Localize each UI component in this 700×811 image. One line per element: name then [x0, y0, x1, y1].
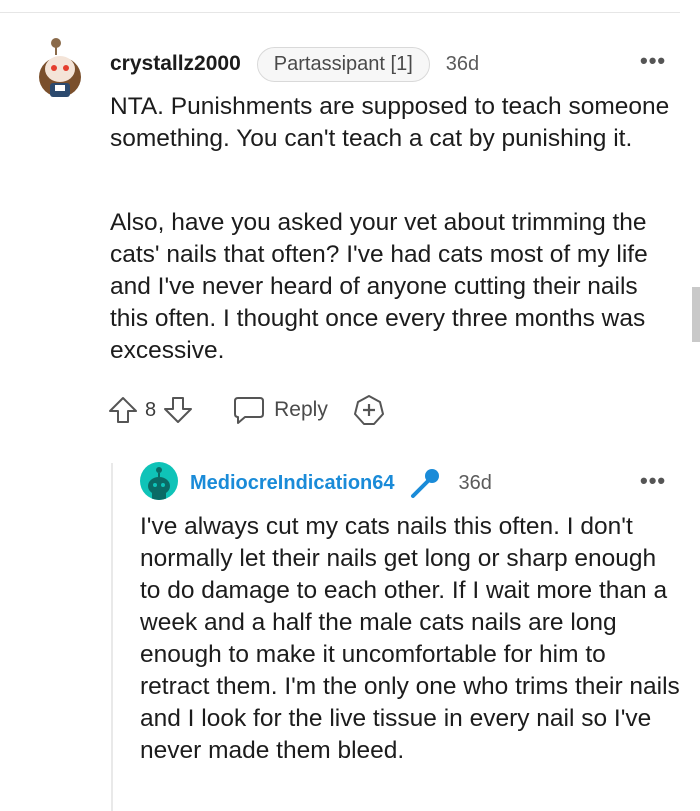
comment-paragraph: I've always cut my cats nails this often… — [140, 513, 680, 764]
top-divider — [0, 12, 680, 13]
timestamp: 36d — [458, 471, 492, 494]
snoo-avatar-icon — [39, 38, 81, 97]
reply-button[interactable]: Reply — [232, 395, 328, 425]
more-options-icon[interactable]: ••• — [640, 468, 666, 494]
downvote-icon[interactable] — [162, 394, 194, 426]
comment-header: crystallz2000 Partassipant [1] 36d — [110, 46, 479, 82]
more-options-icon[interactable]: ••• — [640, 48, 666, 74]
comment-header: MediocreIndication64 36d — [190, 466, 492, 500]
username[interactable]: MediocreIndication64 — [190, 472, 395, 495]
mic-icon — [407, 466, 443, 500]
thread-line[interactable] — [111, 463, 113, 811]
comment-paragraph: Also, have you asked your vet about trim… — [110, 209, 648, 364]
username[interactable]: crystallz2000 — [110, 52, 241, 76]
award-icon[interactable] — [352, 393, 386, 427]
vote-count: 8 — [145, 398, 157, 421]
reply-label: Reply — [274, 398, 328, 421]
timestamp: 36d — [445, 52, 480, 75]
user-avatar[interactable] — [34, 37, 86, 99]
scrollbar-thumb[interactable] — [692, 287, 700, 342]
reply-icon — [232, 395, 266, 425]
comment-actions: 8 Reply — [107, 390, 386, 430]
comment-paragraph: NTA. Punishments are supposed to teach s… — [110, 93, 670, 152]
user-flair: Partassipant [1] — [256, 46, 430, 82]
upvote-icon[interactable] — [107, 394, 139, 426]
user-avatar[interactable] — [140, 462, 178, 500]
snoo-avatar-icon — [148, 467, 170, 500]
